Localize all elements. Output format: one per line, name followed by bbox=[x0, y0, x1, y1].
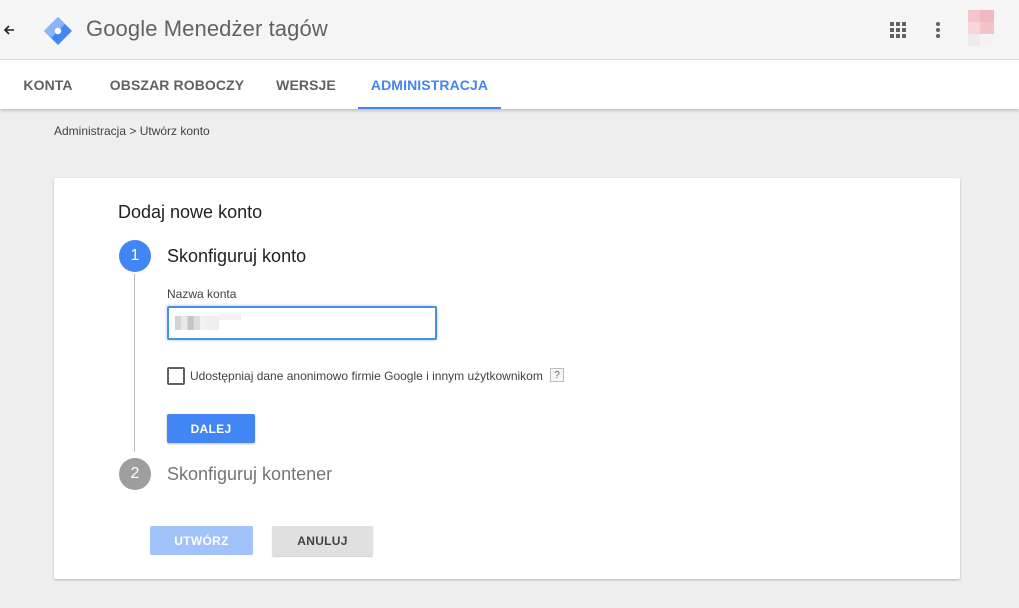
share-data-checkbox[interactable] bbox=[167, 367, 185, 385]
tab-bar: KONTA OBSZAR ROBOCZY WERSJE ADMINISTRACJ… bbox=[0, 60, 1019, 109]
app-title: Google Menedżer tagów bbox=[86, 16, 328, 41]
breadcrumb: Administracja > Utwórz konto bbox=[54, 124, 210, 138]
redacted-text bbox=[219, 314, 241, 320]
tab-wersje[interactable]: WERSJE bbox=[268, 60, 344, 109]
new-account-card: Dodaj nowe konto 1 Skonfiguruj konto Naz… bbox=[54, 178, 960, 579]
next-button[interactable]: DALEJ bbox=[167, 414, 255, 443]
cancel-button[interactable]: ANULUJ bbox=[272, 526, 373, 556]
gtm-diamond-logo-icon bbox=[42, 15, 74, 47]
share-data-label[interactable]: Udostępniaj dane anonimowo firmie Google… bbox=[190, 369, 543, 383]
more-vert-icon[interactable] bbox=[930, 20, 946, 40]
step2-title: Skonfiguruj kontener bbox=[167, 464, 333, 484]
step1-number: 1 bbox=[119, 240, 151, 272]
redacted-text bbox=[175, 316, 219, 330]
tab-konta[interactable]: KONTA bbox=[13, 60, 83, 109]
avatar[interactable] bbox=[960, 10, 1000, 50]
stepper-line bbox=[134, 274, 135, 452]
step2-number: 2 bbox=[119, 458, 151, 490]
help-icon[interactable]: ? bbox=[550, 368, 564, 382]
tab-administracja[interactable]: ADMINISTRACJA bbox=[358, 60, 501, 109]
tab-obszar-roboczy[interactable]: OBSZAR ROBOCZY bbox=[105, 60, 249, 109]
back-arrow-icon[interactable] bbox=[2, 19, 16, 41]
top-app-bar: Google Menedżer tagów bbox=[0, 0, 1019, 60]
apps-grid-icon[interactable] bbox=[888, 20, 908, 40]
create-button[interactable]: UTWÓRZ bbox=[150, 526, 253, 555]
step1-title: Skonfiguruj konto bbox=[167, 246, 307, 266]
card-title: Dodaj nowe konto bbox=[118, 202, 263, 222]
account-name-input[interactable] bbox=[167, 306, 437, 340]
account-name-label: Nazwa konta bbox=[167, 287, 237, 301]
